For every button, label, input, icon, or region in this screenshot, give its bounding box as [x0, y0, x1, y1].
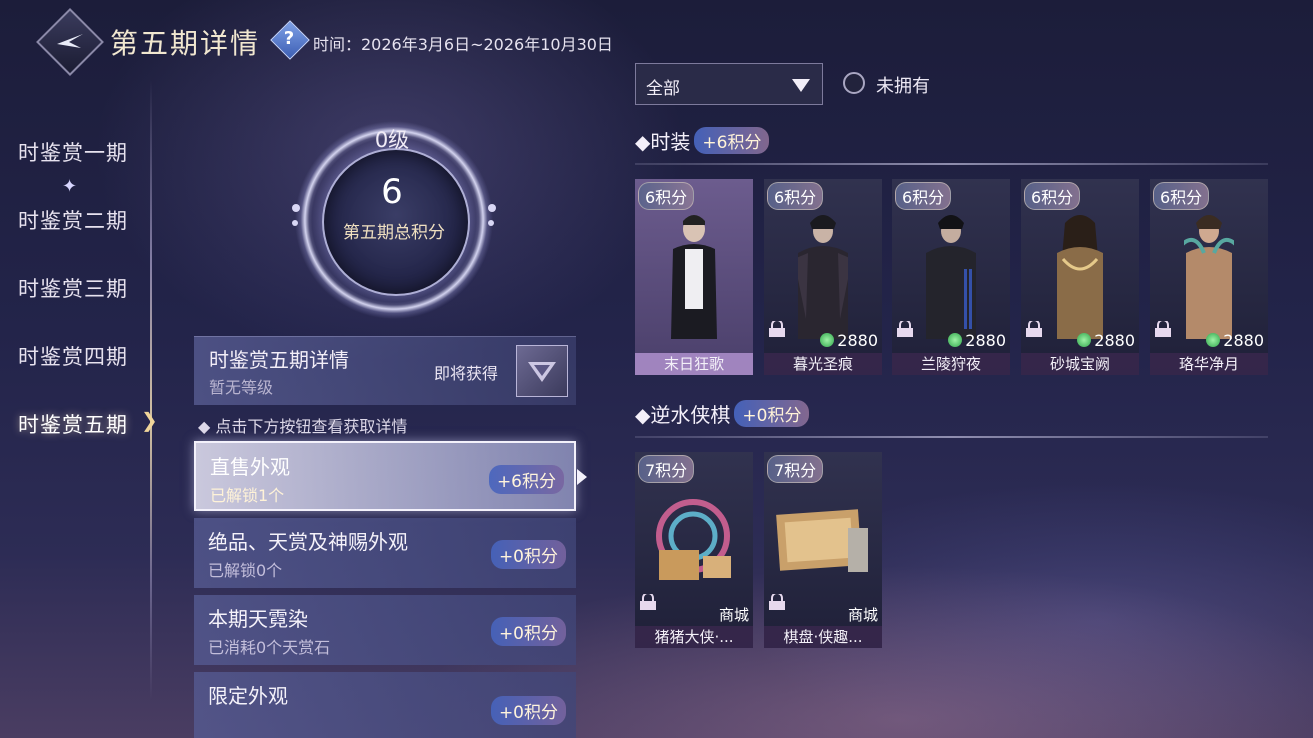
- jade-coin-icon: [1206, 333, 1221, 347]
- card-name: 棋盘·侠趣...: [764, 626, 882, 648]
- card-name: 兰陵狩夜: [892, 353, 1010, 375]
- source-title: 本期天霓染: [208, 607, 308, 631]
- nav-item-period-3[interactable]: 时鉴赏三期: [18, 273, 128, 303]
- character-portrait: [798, 215, 848, 339]
- period-detail-level: 暂无等级: [209, 378, 274, 397]
- source-points-badge: +6积分: [488, 465, 564, 494]
- card-name: 猪猪大侠·...: [635, 626, 753, 648]
- source-title: 限定外观: [208, 684, 288, 708]
- hint-text: ◆ 点击下方按钮查看获取详情: [198, 417, 408, 436]
- source-dye[interactable]: 本期天霓染 已消耗0个天赏石 +0积分: [194, 595, 576, 665]
- dropdown-arrow-icon: [792, 79, 810, 92]
- source-premium-outfits[interactable]: 绝品、天赏及神赐外观 已解锁0个 +0积分: [194, 518, 576, 588]
- nav-item-period-2[interactable]: 时鉴赏二期: [18, 205, 128, 235]
- card-price: 2880: [1077, 331, 1135, 350]
- section-divider: [635, 163, 1268, 165]
- nav-divider-line: [150, 80, 152, 700]
- total-score-label: 第五期总积分: [343, 223, 445, 243]
- character-portrait: [926, 215, 976, 339]
- character-portrait: [671, 215, 717, 339]
- question-icon[interactable]: ?: [276, 26, 302, 52]
- source-limited-outfits[interactable]: 限定外观 +0积分: [194, 672, 576, 738]
- card-points-badge: 6积分: [1153, 182, 1210, 210]
- back-icon[interactable]: [52, 24, 88, 60]
- source-subtitle: 已解锁1个: [210, 486, 285, 505]
- source-subtitle: 已解锁0个: [208, 561, 283, 580]
- jade-coin-icon: [820, 333, 835, 347]
- card-shop-label: 商城: [718, 606, 749, 624]
- card-price: 2880: [1206, 331, 1264, 350]
- lock-icon: [769, 594, 785, 610]
- section-points-badge: +6积分: [694, 127, 770, 154]
- source-subtitle: 已消耗0个天赏石: [208, 638, 331, 657]
- card-price: 2880: [948, 331, 1006, 350]
- section-title: ◆时装: [635, 130, 691, 154]
- outfit-card[interactable]: 6积分 2880 兰陵狩夜: [892, 179, 1010, 375]
- source-title: 绝品、天赏及神赐外观: [208, 530, 408, 554]
- lock-icon: [640, 594, 656, 610]
- upcoming-reward-label: 即将获得: [434, 364, 499, 383]
- card-name: 砂城宝阙: [1021, 353, 1139, 375]
- time-range: 时间：2026年3月6日~2026年10月30日: [313, 35, 613, 54]
- outfit-card[interactable]: 6积分 2880 珞华净月: [1150, 179, 1268, 375]
- lock-icon: [769, 321, 785, 337]
- source-direct-sale[interactable]: 直售外观 已解锁1个 +6积分: [194, 441, 576, 511]
- card-name: 暮光圣痕: [764, 353, 882, 375]
- period-detail-title: 时鉴赏五期详情: [209, 348, 349, 372]
- source-points-badge: +0积分: [490, 617, 566, 646]
- source-points-badge: +0积分: [490, 540, 566, 569]
- nav-item-period-5[interactable]: 时鉴赏五期: [18, 409, 128, 439]
- card-points-badge: 6积分: [638, 182, 695, 210]
- source-title: 直售外观: [210, 455, 290, 479]
- nav-item-period-1[interactable]: 时鉴赏一期: [18, 137, 128, 167]
- section-points-badge: +0积分: [734, 400, 810, 427]
- card-points-badge: 6积分: [895, 182, 952, 210]
- not-owned-radio[interactable]: [843, 72, 865, 94]
- total-score-value: 6: [381, 172, 403, 212]
- chess-piece-illustration: [656, 499, 731, 580]
- character-portrait: [1184, 215, 1234, 339]
- outfit-card[interactable]: 6积分 2880 暮光圣痕: [764, 179, 882, 375]
- upcoming-reward-item[interactable]: [516, 345, 568, 397]
- reward-emblem-icon: [528, 362, 556, 382]
- card-shop-label: 商城: [847, 606, 878, 624]
- active-marker-icon: ❯: [141, 408, 158, 432]
- section-title: ◆逆水侠棋: [635, 403, 731, 427]
- ring-dot: [292, 220, 298, 226]
- chessboard-illustration: [776, 509, 868, 572]
- ring-dot: [488, 204, 496, 212]
- section-header-fashion: ◆时装 +6积分: [635, 126, 770, 155]
- source-points-badge: +0积分: [490, 696, 566, 725]
- ring-dot: [488, 220, 494, 226]
- filter-selected: 全部: [646, 79, 680, 99]
- card-name: 珞华净月: [1150, 353, 1268, 375]
- nav-item-period-4[interactable]: 时鉴赏四期: [18, 341, 128, 371]
- chess-item-card[interactable]: 7积分 商城 棋盘·侠趣...: [764, 452, 882, 648]
- jade-coin-icon: [1077, 333, 1092, 347]
- ring-dot: [292, 204, 300, 212]
- card-price: 2880: [820, 331, 878, 350]
- section-header-chess: ◆逆水侠棋 +0积分: [635, 399, 810, 428]
- lock-icon: [897, 321, 913, 337]
- card-name: 末日狂歌: [635, 353, 753, 375]
- section-divider: [635, 436, 1268, 438]
- lock-icon: [1155, 321, 1171, 337]
- card-points-badge: 7积分: [767, 455, 824, 483]
- card-points-badge: 6积分: [767, 182, 824, 210]
- category-filter-dropdown[interactable]: 全部: [635, 63, 823, 105]
- jade-coin-icon: [948, 333, 963, 347]
- chess-item-card[interactable]: 7积分 商城 猪猪大侠·...: [635, 452, 753, 648]
- lock-icon: [1026, 321, 1042, 337]
- outfit-card[interactable]: 6积分 2880 砂城宝阙: [1021, 179, 1139, 375]
- page-title: 第五期详情: [110, 27, 261, 60]
- selected-arrow-icon: [577, 469, 587, 485]
- not-owned-label[interactable]: 未拥有: [876, 72, 930, 98]
- sparkle-icon: ✦: [62, 176, 78, 197]
- level-text: 0级: [374, 128, 410, 152]
- character-portrait: [1057, 215, 1103, 339]
- card-points-badge: 6积分: [1024, 182, 1081, 210]
- card-points-badge: 7积分: [638, 455, 695, 483]
- outfit-card[interactable]: 6积分 末日狂歌: [635, 179, 753, 375]
